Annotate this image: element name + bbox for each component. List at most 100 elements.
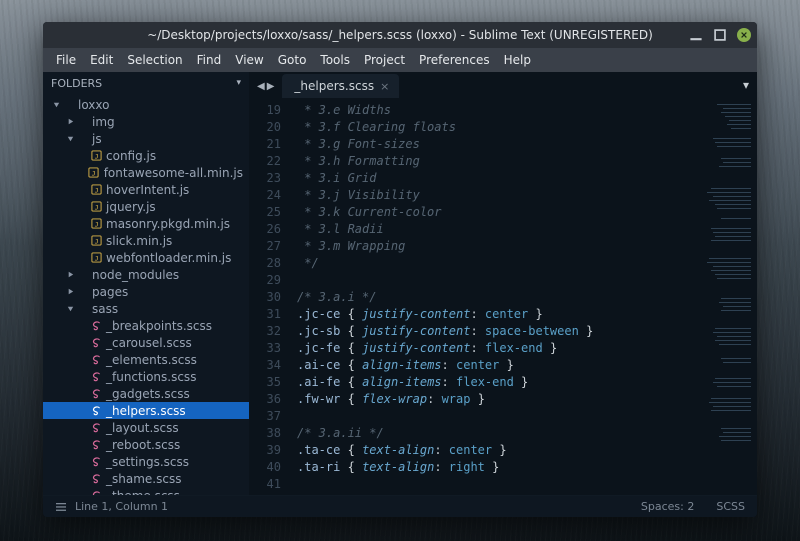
tree-item-label: masonry.pkgd.min.js (106, 217, 230, 231)
file-config-js[interactable]: Jconfig.js (43, 147, 249, 164)
file--reboot-scss[interactable]: _reboot.scss (43, 436, 249, 453)
code-line[interactable]: .ai-ce { align-items: center } (297, 357, 697, 374)
minimize-icon[interactable] (689, 28, 703, 42)
menu-selection[interactable]: Selection (120, 48, 189, 72)
folder-pages[interactable]: pages (43, 283, 249, 300)
file--settings-scss[interactable]: _settings.scss (43, 453, 249, 470)
folder-loxxo[interactable]: loxxo (43, 96, 249, 113)
menu-goto[interactable]: Goto (271, 48, 314, 72)
tree-item-label: _layout.scss (106, 421, 179, 435)
tree-item-label: _reboot.scss (106, 438, 180, 452)
tree-item-label: config.js (106, 149, 156, 163)
disclosure-arrow-icon[interactable] (65, 270, 75, 279)
minimap[interactable] (697, 98, 757, 495)
code-line[interactable]: * 3.h Formatting (297, 153, 697, 170)
menu-tools[interactable]: Tools (313, 48, 357, 72)
code-line[interactable]: .fw-wr { flex-wrap: wrap } (297, 391, 697, 408)
code-line[interactable]: * 3.m Wrapping (297, 238, 697, 255)
menu-help[interactable]: Help (497, 48, 538, 72)
file--theme-scss[interactable]: _theme.scss (43, 487, 249, 495)
tab-helpers[interactable]: _helpers.scss × (282, 74, 399, 98)
folder-sass[interactable]: sass (43, 300, 249, 317)
tab-bar[interactable]: ◀ ▶ _helpers.scss × ▾ (249, 72, 757, 98)
file--breakpoints-scss[interactable]: _breakpoints.scss (43, 317, 249, 334)
code-line[interactable]: * 3.g Font-sizes (297, 136, 697, 153)
line-number: 19 (249, 102, 291, 119)
code-line[interactable]: * 3.e Widths (297, 102, 697, 119)
code-line[interactable]: /* 3.a.i */ (297, 289, 697, 306)
code-line[interactable]: /* 3.a.ii */ (297, 425, 697, 442)
menu-find[interactable]: Find (190, 48, 229, 72)
file--layout-scss[interactable]: _layout.scss (43, 419, 249, 436)
js-file-icon: J (87, 167, 100, 178)
js-file-icon: J (89, 201, 103, 212)
line-number: 34 (249, 357, 291, 374)
file-jquery-js[interactable]: Jjquery.js (43, 198, 249, 215)
code-line[interactable]: * 3.k Current-color (297, 204, 697, 221)
file-masonry-pkgd-min-js[interactable]: Jmasonry.pkgd.min.js (43, 215, 249, 232)
menu-preferences[interactable]: Preferences (412, 48, 497, 72)
status-spaces[interactable]: Spaces: 2 (641, 500, 694, 513)
code-line[interactable]: .jc-ce { justify-content: center } (297, 306, 697, 323)
code-line[interactable]: */ (297, 255, 697, 272)
folder-tree[interactable]: loxxoimgjsJconfig.jsJfontawesome-all.min… (43, 94, 249, 495)
sass-file-icon (89, 354, 103, 365)
status-position[interactable]: Line 1, Column 1 (75, 500, 168, 513)
file-slick-min-js[interactable]: Jslick.min.js (43, 232, 249, 249)
tab-next-icon[interactable]: ▶ (267, 81, 275, 92)
tree-item-label: slick.min.js (106, 234, 172, 248)
folder-node-modules[interactable]: node_modules (43, 266, 249, 283)
tab-prev-icon[interactable]: ◀ (257, 81, 265, 92)
code-line[interactable] (297, 408, 697, 425)
line-number: 32 (249, 323, 291, 340)
file-fontawesome-all-min-js[interactable]: Jfontawesome-all.min.js (43, 164, 249, 181)
code-line[interactable]: * 3.f Clearing floats (297, 119, 697, 136)
folder-js[interactable]: js (43, 130, 249, 147)
tree-item-label: node_modules (92, 268, 179, 282)
code-line[interactable]: .ai-fe { align-items: flex-end } (297, 374, 697, 391)
window-titlebar[interactable]: ~/Desktop/projects/loxxo/sass/_helpers.s… (43, 22, 757, 48)
sidebar-menu-icon[interactable]: ▾ (236, 78, 241, 88)
code-line[interactable] (297, 272, 697, 289)
code-line[interactable]: .ta-ri { text-align: right } (297, 459, 697, 476)
menu-file[interactable]: File (49, 48, 83, 72)
status-menu-icon[interactable] (55, 501, 67, 513)
code-content[interactable]: * 3.e Widths * 3.f Clearing floats * 3.g… (291, 98, 697, 495)
status-syntax[interactable]: SCSS (716, 500, 745, 513)
file--gadgets-scss[interactable]: _gadgets.scss (43, 385, 249, 402)
tab-close-icon[interactable]: × (380, 80, 389, 93)
tree-item-label: pages (92, 285, 128, 299)
code-line[interactable]: .jc-fe { justify-content: flex-end } (297, 340, 697, 357)
disclosure-arrow-icon[interactable] (65, 117, 75, 126)
tab-overflow-icon[interactable]: ▾ (743, 78, 749, 92)
editor-body[interactable]: 1920212223242526272829303132333435363738… (249, 98, 757, 495)
js-file-icon: J (89, 150, 103, 161)
menu-view[interactable]: View (228, 48, 270, 72)
disclosure-arrow-icon[interactable] (65, 304, 75, 313)
disclosure-arrow-icon[interactable] (65, 134, 75, 143)
file-webfontloader-min-js[interactable]: Jwebfontloader.min.js (43, 249, 249, 266)
disclosure-arrow-icon[interactable] (65, 287, 75, 296)
js-file-icon: J (89, 235, 103, 246)
code-line[interactable]: * 3.i Grid (297, 170, 697, 187)
file--elements-scss[interactable]: _elements.scss (43, 351, 249, 368)
file--helpers-scss[interactable]: _helpers.scss (43, 402, 249, 419)
menu-edit[interactable]: Edit (83, 48, 120, 72)
code-line[interactable]: * 3.l Radii (297, 221, 697, 238)
sass-file-icon (89, 405, 103, 416)
tree-item-label: jquery.js (106, 200, 156, 214)
file--shame-scss[interactable]: _shame.scss (43, 470, 249, 487)
folder-img[interactable]: img (43, 113, 249, 130)
code-line[interactable]: * 3.j Visibility (297, 187, 697, 204)
line-number: 33 (249, 340, 291, 357)
file-hoverintent-js[interactable]: JhoverIntent.js (43, 181, 249, 198)
menu-project[interactable]: Project (357, 48, 412, 72)
code-line[interactable] (297, 476, 697, 493)
code-line[interactable]: .jc-sb { justify-content: space-between … (297, 323, 697, 340)
file--functions-scss[interactable]: _functions.scss (43, 368, 249, 385)
file--carousel-scss[interactable]: _carousel.scss (43, 334, 249, 351)
code-line[interactable]: .ta-ce { text-align: center } (297, 442, 697, 459)
maximize-icon[interactable] (713, 28, 727, 42)
disclosure-arrow-icon[interactable] (51, 100, 61, 109)
close-icon[interactable] (737, 28, 751, 42)
